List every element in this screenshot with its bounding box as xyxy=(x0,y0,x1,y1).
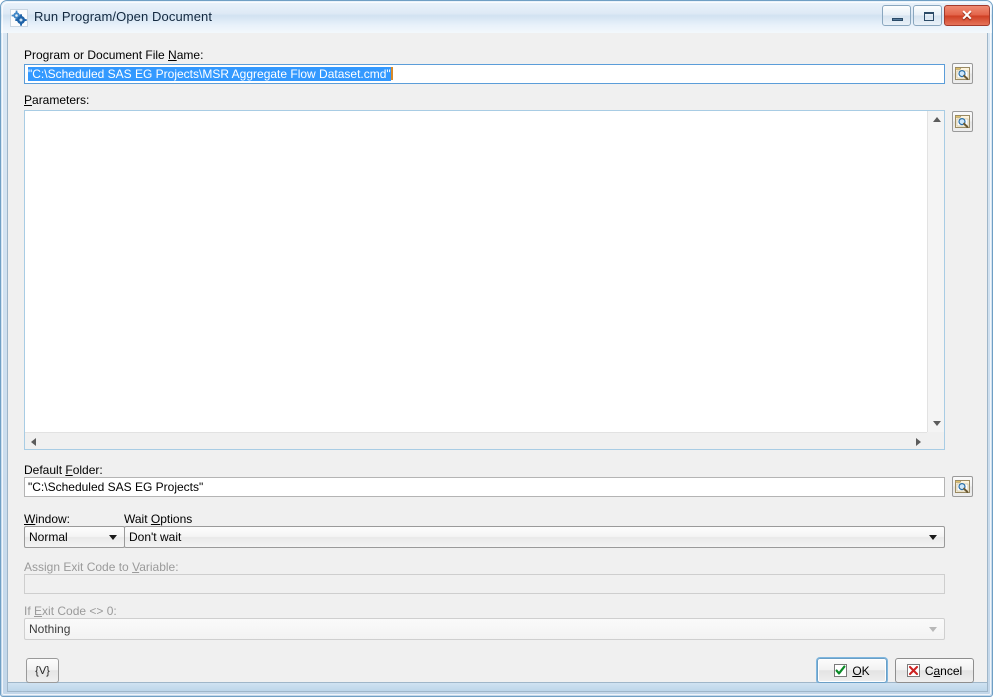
triangle-down-icon xyxy=(932,421,941,426)
default-folder-input[interactable]: "C:\Scheduled SAS EG Projects" xyxy=(24,477,945,497)
program-file-input[interactable]: "C:\Scheduled SAS EG Projects\MSR Aggreg… xyxy=(24,64,945,84)
default-folder-browse-button[interactable] xyxy=(952,476,973,497)
title-bar[interactable]: Run Program/Open Document ✕ xyxy=(1,1,992,33)
dialog-window: Run Program/Open Document ✕ Program or D… xyxy=(0,0,993,697)
check-icon xyxy=(834,664,848,677)
ok-button-label: OK xyxy=(852,663,870,678)
chevron-down-icon xyxy=(929,627,937,632)
wait-options-value: Don't wait xyxy=(129,530,182,544)
program-file-label: Program or Document File Name: xyxy=(24,48,204,62)
cancel-button-label: Cancel xyxy=(924,663,963,678)
maximize-button[interactable] xyxy=(913,5,942,26)
parameters-textarea[interactable] xyxy=(24,110,945,450)
program-file-value: "C:\Scheduled SAS EG Projects\MSR Aggreg… xyxy=(28,67,391,81)
parameters-label: Parameters: xyxy=(24,93,90,107)
triangle-up-icon xyxy=(932,117,941,122)
ok-button[interactable]: OK xyxy=(817,658,887,683)
scroll-right-button[interactable] xyxy=(910,433,927,450)
variables-button-label: {V} xyxy=(35,664,50,677)
minimize-icon xyxy=(892,18,903,21)
wait-options-select[interactable]: Don't wait xyxy=(124,526,945,548)
text-caret xyxy=(390,67,393,80)
dialog-client-area: Program or Document File Name: "C:\Sched… xyxy=(7,33,988,683)
scroll-up-button[interactable] xyxy=(928,111,945,128)
gears-icon xyxy=(10,9,28,27)
exit-code-variable-label: Assign Exit Code to Variable: xyxy=(24,560,179,574)
triangle-left-icon xyxy=(31,437,36,446)
default-folder-value: "C:\Scheduled SAS EG Projects" xyxy=(28,480,204,494)
window-mode-select[interactable]: Normal xyxy=(24,526,125,548)
folder-search-icon xyxy=(955,67,970,80)
window-controls: ✕ xyxy=(882,5,990,27)
window-mode-value: Normal xyxy=(29,530,68,544)
cancel-button[interactable]: Cancel xyxy=(895,658,974,683)
folder-search-icon xyxy=(955,480,970,493)
parameters-browse-button[interactable] xyxy=(952,111,973,132)
x-icon xyxy=(906,664,920,677)
default-folder-label: Default Folder: xyxy=(24,463,103,477)
minimize-button[interactable] xyxy=(882,5,911,26)
program-file-browse-button[interactable] xyxy=(952,63,973,84)
exit-code-variable-input[interactable] xyxy=(24,574,945,594)
close-icon: ✕ xyxy=(961,7,973,23)
if-exit-code-value: Nothing xyxy=(29,622,71,636)
folder-search-icon xyxy=(955,115,970,128)
close-button[interactable]: ✕ xyxy=(944,5,990,26)
chevron-down-icon xyxy=(929,535,937,540)
maximize-icon xyxy=(924,12,934,21)
chevron-down-icon xyxy=(109,535,117,540)
scroll-left-button[interactable] xyxy=(25,433,42,450)
status-strip xyxy=(7,683,988,692)
variables-button[interactable]: {V} xyxy=(26,658,59,683)
if-exit-code-select[interactable]: Nothing xyxy=(24,618,945,640)
scroll-down-button[interactable] xyxy=(928,415,945,432)
window-mode-label: Window: xyxy=(24,512,71,526)
parameters-value[interactable] xyxy=(25,111,926,431)
window-title: Run Program/Open Document xyxy=(34,9,213,24)
parameters-vertical-scrollbar[interactable] xyxy=(927,111,944,432)
triangle-right-icon xyxy=(916,437,921,446)
wait-options-label: Wait Options xyxy=(124,512,193,526)
scrollbar-corner xyxy=(927,432,944,449)
parameters-horizontal-scrollbar[interactable] xyxy=(25,432,927,449)
if-exit-code-label: If Exit Code <> 0: xyxy=(24,604,117,618)
